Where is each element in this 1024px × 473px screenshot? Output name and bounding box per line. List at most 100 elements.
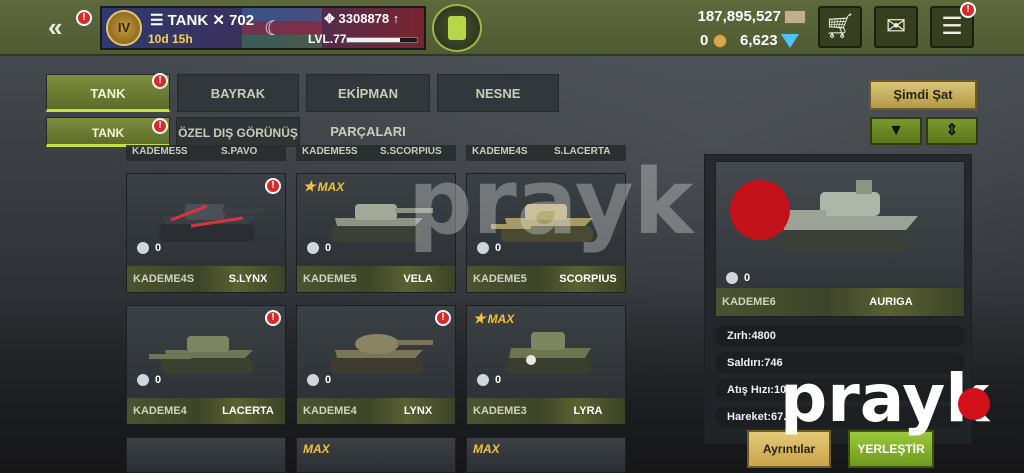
max-badge: ★ MAX (473, 310, 514, 327)
menu-lines-icon: ☰ (150, 12, 164, 29)
tank-card-s-lynx[interactable]: ! 0 KADEME4S S.LYNX (126, 173, 286, 293)
spare-part-icon (307, 242, 319, 255)
card-tier: KADEME5 (303, 273, 357, 285)
card-name: AURIGA (869, 296, 913, 308)
chat-icon: ☰ (941, 13, 963, 40)
list-item[interactable] (126, 437, 286, 473)
card-footer: KADEME4 LYNX (297, 398, 455, 424)
card-tier: KADEME4 (133, 405, 187, 417)
subtab-tank-label: TANK (91, 126, 125, 140)
notification-badge: ! (76, 10, 92, 26)
sort-arrows-icon: ⇕ (945, 122, 959, 139)
player-profile[interactable]: IV ☾ ☰ TANK ✕ 702 10d 15h ✥ 3308878 ↑ LV… (100, 6, 426, 50)
banknote-icon (784, 10, 806, 25)
subtab-custom-skin[interactable]: ÖZEL DIŞ GÖRÜNÜŞ (176, 117, 300, 147)
card-count-value: 0 (155, 374, 162, 386)
fuel-button[interactable] (432, 4, 482, 52)
gems-display: 6,623 (740, 32, 799, 49)
crossed-swords-icon: ✕ (212, 12, 225, 29)
card-count: 0 (307, 242, 331, 255)
shop-button[interactable]: 🛒︎ (818, 6, 862, 48)
max-badge: ★ MAX (303, 178, 344, 195)
envelope-icon: ✉ (885, 13, 907, 40)
sort-button[interactable]: ⇕ (926, 117, 978, 145)
spare-part-icon (307, 374, 319, 387)
list-item[interactable]: MAX (466, 437, 626, 473)
mail-button[interactable]: ✉ (874, 6, 918, 48)
tank-card-lacerta[interactable]: ! 0 KADEME4 LACERTA (126, 305, 286, 425)
diamond-icon (780, 34, 799, 49)
top-bar: « ! IV ☾ ☰ TANK ✕ 702 10d 15h ✥ 3308878 … (0, 0, 1024, 56)
xp-progress-fill (347, 38, 400, 42)
card-footer: KADEME5 SCORPIUS (467, 266, 625, 292)
coins-value: 0 (700, 32, 709, 49)
subtab-tank-badge: ! (152, 118, 168, 134)
crescent-star-icon: ☾ (264, 18, 282, 40)
coins-display: 0 (700, 32, 727, 49)
card-alert-badge: ! (435, 310, 451, 326)
card-count: 0 (307, 374, 331, 387)
tank-image (766, 180, 918, 252)
watermark-dot (730, 180, 790, 240)
subtab-custom-skin-label: ÖZEL DIŞ GÖRÜNÜŞ (178, 126, 298, 140)
rank-emblem: IV (106, 10, 142, 46)
tank-card-lynx[interactable]: ! 0 KADEME4 LYNX (296, 305, 456, 425)
tab-bayrak-label: BAYRAK (210, 86, 266, 101)
subtab-tank[interactable]: TANK (46, 117, 170, 147)
card-tier: KADEME5 (473, 273, 527, 285)
card-name: LACERTA (222, 405, 274, 417)
spare-part-icon (137, 374, 149, 387)
card-count-value: 0 (495, 374, 502, 386)
messages-badge: ! (960, 2, 976, 18)
fuel-can-icon (448, 16, 466, 40)
card-name: LYNX (403, 405, 433, 417)
xp-progress-bar (346, 37, 418, 43)
xp-number: 3308878 (338, 11, 390, 26)
list-item[interactable]: KADEME5S S.PAVO (126, 145, 286, 161)
watermark-dot (958, 388, 990, 420)
card-name: S.LYNX (228, 273, 268, 285)
card-name: LYRA (573, 405, 603, 417)
funnel-icon: ▼ (888, 122, 904, 139)
card-count-value: 0 (744, 272, 751, 284)
spare-part-icon (726, 272, 738, 285)
card-tier: KADEME4S (133, 273, 195, 285)
xp-value: ✥ 3308878 ↑ (324, 11, 399, 27)
max-badge: MAX (473, 442, 500, 456)
tab-nesne-label: NESNE (475, 86, 521, 101)
tank-card-lyra[interactable]: ★ MAX 0 KADEME3 LYRA (466, 305, 626, 425)
max-badge: MAX (303, 442, 330, 456)
sell-now-button[interactable]: Şimdi Şat (869, 80, 977, 110)
card-tier: KADEME6 (722, 296, 776, 308)
spare-part-icon (477, 374, 489, 387)
card-count-value: 0 (155, 242, 162, 254)
card-count: 0 (137, 374, 162, 387)
watermark: prayk (408, 150, 693, 255)
card-tier: KADEME5S (302, 146, 358, 157)
stat-armor: Zırh:4800 (715, 325, 965, 347)
arrow-up-icon: ↑ (392, 11, 400, 26)
card-alert-badge: ! (265, 178, 281, 194)
money-value: 187,895,527 (697, 8, 781, 25)
filter-button[interactable]: ▼ (870, 117, 922, 145)
card-footer: KADEME4 LACERTA (127, 398, 285, 424)
player-name: ☰ TANK ✕ 702 (150, 11, 254, 29)
player-score: 702 (229, 12, 255, 29)
star-icon: ★ (473, 310, 486, 326)
tab-bayrak[interactable]: BAYRAK (177, 74, 299, 112)
list-item[interactable]: MAX (296, 437, 456, 473)
card-count: 0 (726, 272, 751, 285)
card-footer: KADEME6 AURIGA (716, 288, 964, 316)
card-alert-badge: ! (265, 310, 281, 326)
card-footer: KADEME5 VELA (297, 266, 455, 292)
gems-value: 6,623 (740, 32, 778, 49)
tab-nesne[interactable]: NESNE (437, 74, 559, 112)
tab-ekipman[interactable]: EKİPMAN PARÇALARI (306, 74, 430, 139)
player-name-text: TANK (167, 12, 209, 29)
max-label: MAX (317, 180, 345, 194)
crosshair-icon: ✥ (324, 11, 335, 26)
card-footer: KADEME4S S.LYNX (127, 266, 285, 292)
card-footer: KADEME3 LYRA (467, 398, 625, 424)
money-display: 187,895,527 (698, 8, 806, 25)
card-count: 0 (137, 242, 162, 255)
